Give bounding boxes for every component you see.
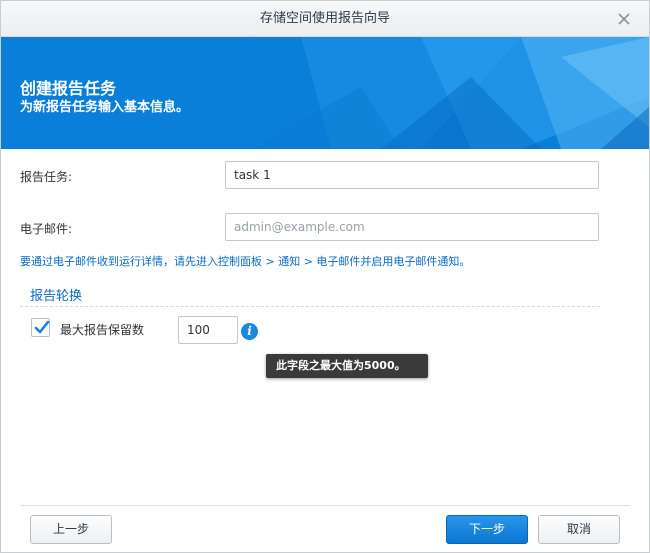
back-button[interactable]: 上一步 — [30, 515, 112, 544]
footer-divider — [20, 505, 630, 506]
banner-subtitle: 为新报告任务输入基本信息。 — [20, 100, 190, 115]
cancel-button[interactable]: 取消 — [538, 515, 620, 544]
task-label: 报告任务: — [20, 170, 73, 184]
email-input[interactable]: admin@example.com — [225, 213, 599, 241]
max-reports-label: 最大报告保留数 — [60, 323, 145, 337]
email-label: 电子邮件: — [20, 222, 73, 236]
max-reports-input[interactable]: 100 — [178, 316, 238, 344]
section-title-report-rotation: 报告轮换 — [30, 289, 83, 304]
max-reports-checkbox[interactable] — [31, 318, 50, 337]
next-button[interactable]: 下一步 — [446, 515, 528, 544]
header-banner: 创建报告任务 为新报告任务输入基本信息。 — [1, 37, 649, 149]
title-bar: 存储空间使用报告向导 — [1, 1, 649, 37]
section-divider — [20, 306, 600, 307]
info-icon[interactable]: i — [241, 323, 258, 340]
email-notification-hint[interactable]: 要通过电子邮件收到运行详情，请先进入控制面板 > 通知 > 电子邮件并启用电子邮… — [20, 253, 470, 269]
task-name-input[interactable]: task 1 — [225, 161, 599, 189]
wizard-window: 存储空间使用报告向导 创建报告任务 为新报告任务输入基本信息。 报告任务: ta… — [0, 0, 650, 553]
checkmark-icon — [34, 320, 50, 334]
close-icon[interactable] — [615, 10, 633, 28]
max-value-tooltip: 此字段之最大值为5000。 — [266, 354, 428, 378]
window-title: 存储空间使用报告向导 — [259, 11, 390, 26]
